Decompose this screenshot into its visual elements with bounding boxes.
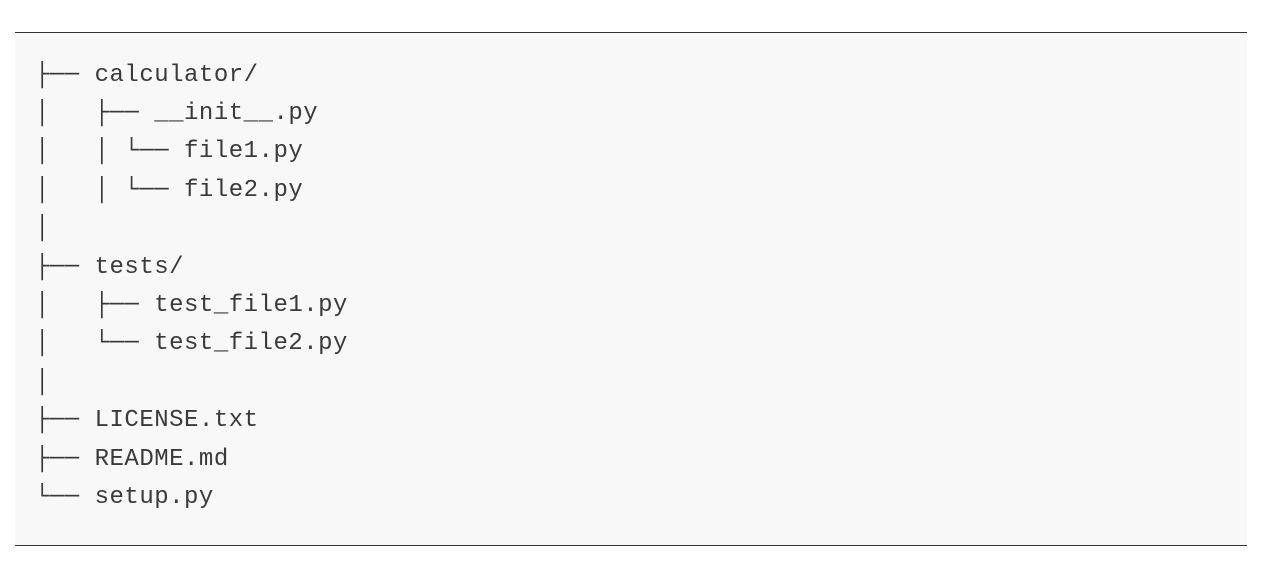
tree-line: │: [35, 364, 1227, 402]
tree-line: │ └── test_file2.py: [35, 325, 1227, 363]
tree-line: └── setup.py: [35, 479, 1227, 517]
tree-line: │ ├── __init__.py: [35, 95, 1227, 133]
tree-line: │: [35, 210, 1227, 248]
tree-line: ├── tests/: [35, 249, 1227, 287]
tree-line: │ │ └── file2.py: [35, 172, 1227, 210]
tree-line: │ ├── test_file1.py: [35, 287, 1227, 325]
tree-line: ├── calculator/: [35, 57, 1227, 95]
tree-line: ├── LICENSE.txt: [35, 402, 1227, 440]
directory-tree-block: ├── calculator/ │ ├── __init__.py │ │ └─…: [15, 32, 1247, 547]
tree-line: ├── README.md: [35, 441, 1227, 479]
tree-line: │ │ └── file1.py: [35, 133, 1227, 171]
